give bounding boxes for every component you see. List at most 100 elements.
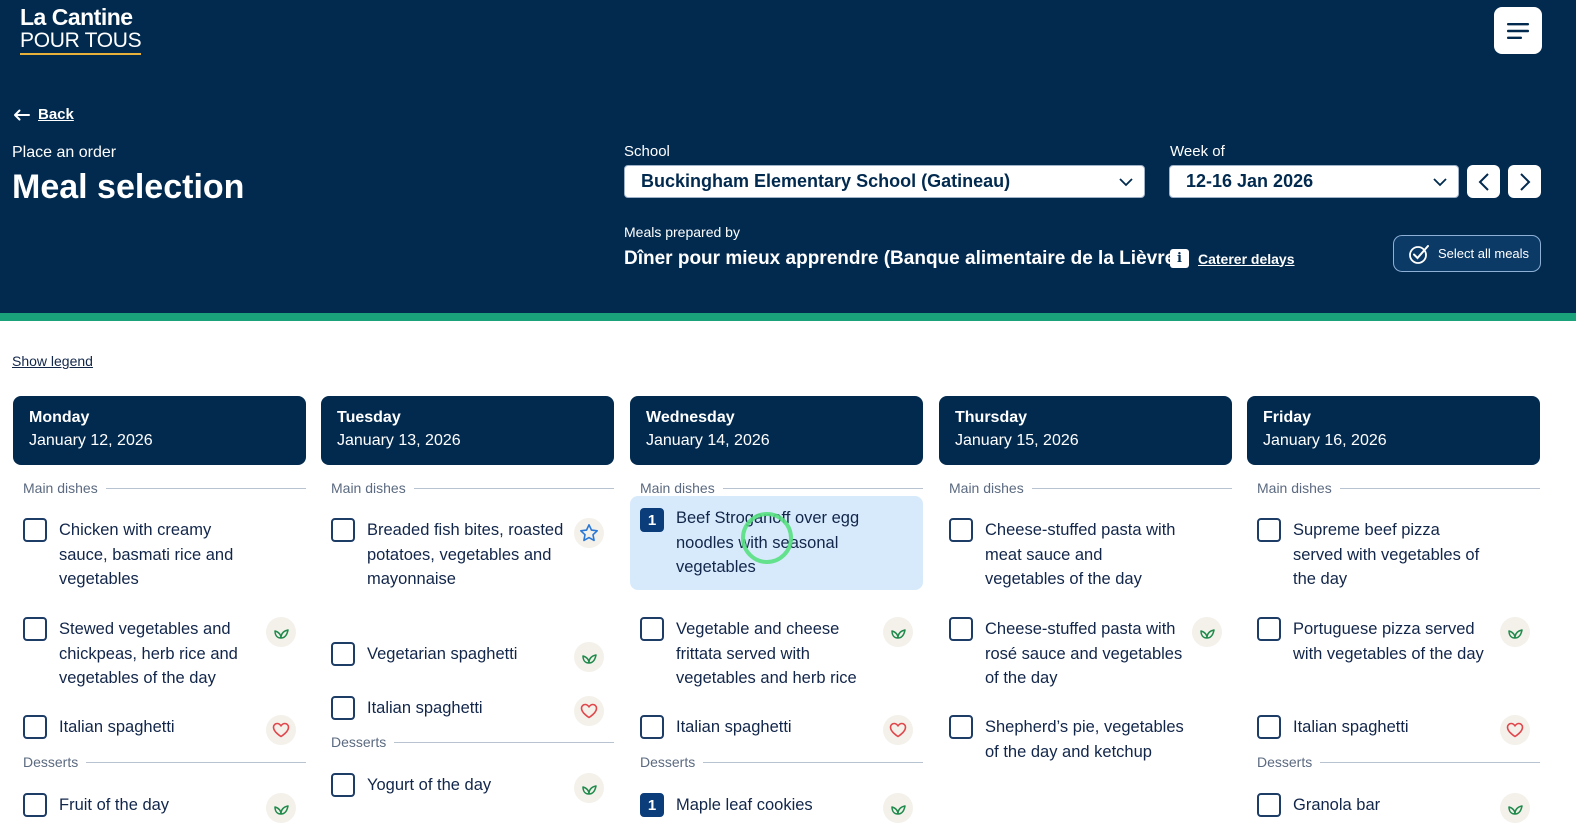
meal-checkbox[interactable] (23, 715, 47, 739)
meal-checkbox[interactable] (23, 518, 47, 542)
info-icon: i (1170, 249, 1189, 268)
divider (413, 487, 614, 489)
day-date: January 13, 2026 (337, 432, 461, 449)
hamburger-icon (1507, 22, 1529, 39)
meal-checkbox[interactable] (1257, 518, 1281, 542)
show-legend-link[interactable]: Show legend (12, 353, 93, 369)
day-column-thursday: Thursday January 15, 2026 Main dishes Chees… (939, 396, 1232, 816)
section-label: Main dishes (640, 480, 715, 496)
chevron-left-icon (1478, 172, 1489, 191)
day-header: Monday January 12, 2026 (13, 396, 306, 465)
meal-name: Breaded fish bites, roasted potatoes, ve… (367, 521, 564, 589)
day-name: Friday (1263, 409, 1312, 426)
meal-checkbox[interactable] (23, 617, 47, 641)
section-label: Main dishes (331, 480, 406, 496)
meal-checkbox[interactable] (331, 642, 355, 666)
menu-button[interactable] (1494, 7, 1542, 54)
meal-name: Stewed vegetables and chickpeas, herb ri… (59, 620, 238, 688)
meal-name: Cheese-stuffed pasta with meat sauce and… (985, 521, 1176, 589)
leaf-icon (574, 773, 604, 803)
meal-checkbox[interactable] (1257, 793, 1281, 817)
meal-checkbox[interactable] (1257, 715, 1281, 739)
page-header: La Cantine POUR TOUS Back Place an order… (0, 0, 1576, 313)
meal-name: Yogurt of the day (367, 776, 492, 794)
heart-icon[interactable] (1500, 715, 1530, 745)
leaf-icon (1500, 617, 1530, 647)
back-link-label: Back (38, 106, 74, 123)
desserts-heading: Desserts (1257, 754, 1540, 770)
meal-checkbox[interactable] (949, 518, 973, 542)
caterer-delays-link[interactable]: i Caterer delays (1170, 249, 1295, 268)
meal-checkbox[interactable] (640, 715, 664, 739)
desserts-heading: Desserts (331, 734, 614, 750)
divider (1320, 761, 1540, 763)
arrow-left-icon (14, 109, 30, 120)
desserts-heading: Desserts (23, 754, 306, 770)
page-eyebrow: Place an order (12, 144, 117, 161)
meal-name: Fruit of the day (59, 796, 170, 814)
meal-name: Italian spaghetti (367, 699, 483, 717)
main-dishes-heading: Main dishes (331, 480, 614, 496)
meal-name: Portuguese pizza served with vegetables … (1293, 620, 1484, 663)
leaf-icon (574, 642, 604, 672)
meal-checkbox[interactable] (640, 617, 664, 641)
meal-name: Chicken with creamy sauce, basmati rice … (59, 521, 234, 589)
chevron-right-icon (1519, 172, 1530, 191)
section-label: Main dishes (949, 480, 1024, 496)
school-select[interactable]: Buckingham Elementary School (Gatineau) (624, 165, 1145, 198)
star-icon[interactable] (574, 518, 604, 548)
day-column-wednesday: Wednesday January 14, 2026 Main dishes 1 Bee… (630, 396, 923, 823)
divider (394, 741, 614, 743)
main-dishes-heading: Main dishes (949, 480, 1232, 496)
divider (1031, 487, 1232, 489)
back-link[interactable]: Back (13, 106, 74, 123)
leaf-icon (266, 793, 296, 823)
day-name: Monday (29, 409, 90, 426)
main-dishes-heading: Main dishes (23, 480, 306, 496)
caterer-label: Meals prepared by (624, 224, 740, 240)
leaf-icon (883, 793, 913, 823)
day-header: Tuesday January 13, 2026 (321, 396, 614, 465)
meal-name: Vegetable and cheese frittata served wit… (676, 620, 857, 688)
meal-checkbox[interactable] (331, 773, 355, 797)
day-column-tuesday: Tuesday January 13, 2026 Main dishes Breade… (321, 396, 614, 816)
chevron-down-icon (1119, 178, 1133, 187)
previous-week-button[interactable] (1467, 165, 1500, 198)
section-label: Desserts (1257, 754, 1313, 770)
meal-checkbox[interactable] (331, 696, 355, 720)
meal-checkbox[interactable] (23, 793, 47, 817)
divider (703, 761, 923, 763)
select-all-meals-button[interactable]: Select all meals (1393, 235, 1541, 272)
week-select[interactable]: 12-16 Jan 2026 (1169, 165, 1459, 198)
day-name: Tuesday (337, 409, 401, 426)
leaf-icon (883, 617, 913, 647)
day-name: Thursday (955, 409, 1028, 426)
meal-checkbox[interactable] (949, 617, 973, 641)
quantity-checkbox[interactable]: 1 (640, 793, 664, 817)
meal-name: Italian spaghetti (676, 718, 792, 736)
heart-icon[interactable] (266, 715, 296, 745)
caterer-name: Dîner pour mieux apprendre (Banque alime… (624, 248, 1182, 269)
leaf-icon (1500, 793, 1530, 823)
divider (1339, 487, 1540, 489)
meal-checkbox[interactable] (949, 715, 973, 739)
caterer-delays-label: Caterer delays (1198, 250, 1295, 267)
week-select-value: 12-16 Jan 2026 (1186, 171, 1314, 191)
section-label: Desserts (331, 734, 387, 750)
school-select-value: Buckingham Elementary School (Gatineau) (641, 171, 1011, 191)
next-week-button[interactable] (1508, 165, 1541, 198)
desserts-heading: Desserts (640, 754, 923, 770)
meal-name: Italian spaghetti (59, 718, 175, 736)
main-dishes-heading: Main dishes (640, 480, 923, 496)
quantity-checkbox[interactable]: 1 (640, 508, 664, 532)
heart-icon[interactable] (883, 715, 913, 745)
meal-checkbox[interactable] (331, 518, 355, 542)
leaf-icon (266, 617, 296, 647)
day-date: January 16, 2026 (1263, 432, 1387, 449)
heart-icon[interactable] (574, 696, 604, 726)
meal-checkbox[interactable] (1257, 617, 1281, 641)
day-column-friday: Friday January 16, 2026 Main dishes Supreme… (1247, 396, 1540, 823)
brand-logo[interactable]: La Cantine POUR TOUS (20, 6, 142, 55)
section-label: Desserts (640, 754, 696, 770)
meal-name: Granola bar (1293, 796, 1381, 814)
